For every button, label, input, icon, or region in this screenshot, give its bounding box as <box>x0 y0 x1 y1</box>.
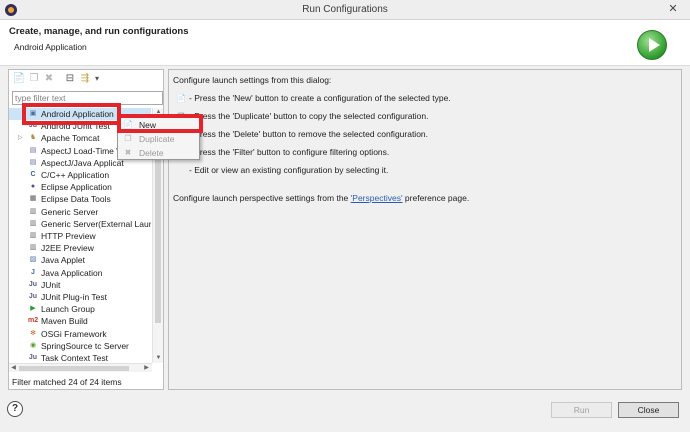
tree-item[interactable]: Ju JUnit Plug-in Test <box>9 291 151 303</box>
close-window-button[interactable]: ✕ <box>667 3 679 15</box>
tree-item[interactable]: ▥ Generic Server(External Launch <box>9 218 151 230</box>
tree-item-label: Launch Group <box>41 304 95 315</box>
perspective-text: Configure launch perspective settings fr… <box>173 193 469 203</box>
scroll-left-icon[interactable]: ◀ <box>9 364 18 373</box>
new-configuration-icon[interactable]: 📄 <box>12 72 26 86</box>
osgi-icon: ✻ <box>30 329 36 337</box>
tree-item[interactable]: J Java Application <box>9 267 151 279</box>
run-icon <box>637 30 667 60</box>
filter-status: Filter matched 24 of 24 items <box>12 377 122 387</box>
tree-item[interactable]: C C/C++ Application <box>9 169 151 181</box>
tree-item[interactable]: ▨ Java Applet <box>9 254 151 266</box>
tree-item-label: HTTP Preview <box>41 231 96 241</box>
tree-item-label: JUnit Plug-in Test <box>41 292 107 302</box>
junit-icon: Ju <box>28 354 38 361</box>
dialog-header: Create, manage, and run configurations A… <box>0 20 690 66</box>
tree-item[interactable]: ▦ Eclipse Data Tools <box>9 193 151 205</box>
highlight-box-tree <box>22 103 121 125</box>
perspectives-link[interactable]: 'Perspectives' <box>351 193 403 203</box>
context-menu-duplicate[interactable]: ❐ Duplicate <box>120 133 197 146</box>
tree-item-label: OSGi Framework <box>41 328 107 339</box>
tree-item-label: J2EE Preview <box>41 243 94 254</box>
tomcat-icon: ♞ <box>29 134 37 142</box>
tree-item-label: Apache Tomcat <box>41 133 100 144</box>
collapse-all-icon[interactable]: ⊟ <box>63 72 77 86</box>
http-preview-icon: ▥ <box>29 232 37 239</box>
help-duplicate-text: - Press the 'Duplicate' button to copy t… <box>189 111 429 121</box>
perspective-suffix: preference page. <box>402 193 470 203</box>
help-filter-text: - Press the 'Filter' button to configure… <box>189 147 390 157</box>
duplicate-icon[interactable]: ❐ <box>27 72 41 86</box>
tree-item[interactable]: ▶ Launch Group <box>9 303 151 315</box>
title-bar: Run Configurations ✕ <box>0 0 690 20</box>
run-button[interactable]: Run <box>551 402 612 418</box>
tree-item[interactable]: ▥ J2EE Preview <box>9 242 151 254</box>
java-applet-icon: ▨ <box>29 256 37 264</box>
delete-icon: ✖ <box>124 148 132 157</box>
tree-item-label: Java Application <box>41 267 103 278</box>
tree-item-label: Eclipse Application <box>41 182 112 193</box>
chevron-down-icon[interactable]: ▾ <box>90 72 104 86</box>
tree-item[interactable]: ● Eclipse Application <box>9 181 151 193</box>
scroll-down-icon[interactable]: ▼ <box>153 354 164 363</box>
tree-item-label: Java Applet <box>41 255 85 266</box>
maven-icon: m2 <box>28 317 39 325</box>
tree-item-label: Maven Build <box>41 316 88 327</box>
highlight-box-new <box>117 114 203 133</box>
delete-icon[interactable]: ✖ <box>42 72 56 86</box>
perspective-prefix: Configure launch perspective settings fr… <box>173 193 351 203</box>
window-title: Run Configurations <box>302 4 388 15</box>
eclipse-icon: ● <box>30 183 36 191</box>
tree-item-label: AspectJ Load-Time W <box>41 145 125 156</box>
expand-arrow-icon[interactable]: ▷ <box>18 134 23 141</box>
configuration-info-pane: Configure launch settings from this dial… <box>168 69 682 390</box>
server-icon: ▥ <box>29 207 37 215</box>
tree-item[interactable]: Ju JUnit <box>9 279 151 291</box>
help-delete-text: - Press the 'Delete' button to remove th… <box>189 129 429 139</box>
tree-item-label: SpringSource tc Server <box>41 340 129 351</box>
aspectj-icon: ▤ <box>29 146 37 154</box>
context-menu-delete[interactable]: ✖ Delete <box>120 147 197 160</box>
help-new-text: - Press the 'New' button to create a con… <box>189 93 451 103</box>
j2ee-preview-icon: ▥ <box>29 244 37 252</box>
aspectj-icon: ▤ <box>29 158 37 166</box>
help-button[interactable]: ? <box>7 401 23 417</box>
help-edit-text: - Edit or view an existing configuration… <box>189 165 389 175</box>
header-title: Create, manage, and run configurations <box>9 26 189 37</box>
tree-item[interactable]: Ju Task Context Test <box>9 352 151 363</box>
tree-item[interactable]: m2 Maven Build <box>9 315 151 327</box>
launch-group-icon: ▶ <box>30 305 36 313</box>
tree-item[interactable]: ▥ HTTP Preview <box>9 230 151 242</box>
tree-item-label: Eclipse Data Tools <box>41 194 111 205</box>
intro-text: Configure launch settings from this dial… <box>173 75 332 85</box>
tree-item-label: JUnit <box>41 279 61 290</box>
context-menu-duplicate-label: Duplicate <box>139 134 175 144</box>
hscroll-thumb[interactable] <box>19 366 129 371</box>
junit-icon: Ju <box>28 293 38 300</box>
context-menu-delete-label: Delete <box>139 148 164 158</box>
tree-item[interactable]: ▥ Generic Server <box>9 206 151 218</box>
close-button[interactable]: Close <box>618 402 679 418</box>
tree-item-label: AspectJ/Java Applicat <box>41 157 124 168</box>
new-configuration-icon: 📄 <box>176 94 186 103</box>
duplicate-icon: ❐ <box>124 134 132 143</box>
tree-item[interactable]: ✻ OSGi Framework <box>9 328 151 340</box>
scroll-right-icon[interactable]: ▶ <box>142 364 151 373</box>
data-tools-icon: ▦ <box>29 195 37 203</box>
junit-icon: Ju <box>28 280 38 288</box>
java-app-icon: J <box>31 268 35 276</box>
server-icon: ▥ <box>29 219 37 227</box>
horizontal-scrollbar[interactable]: ◀ ▶ <box>9 363 152 372</box>
header-subtitle: Android Application <box>14 42 87 52</box>
tree-item-label: Generic Server <box>41 206 99 217</box>
tree-item[interactable]: ◉ SpringSource tc Server <box>9 340 151 352</box>
tc-server-icon: ◉ <box>29 341 37 349</box>
tree-item-label: C/C++ Application <box>41 170 110 180</box>
tree-item-label: Generic Server(External Launch <box>41 218 151 229</box>
configurations-toolbar: 📄 ❐ ✖ ⊟ ⇶ ▾ <box>11 72 161 88</box>
tree-item-label: Task Context Test <box>41 353 108 363</box>
cpp-icon: C <box>30 171 36 178</box>
